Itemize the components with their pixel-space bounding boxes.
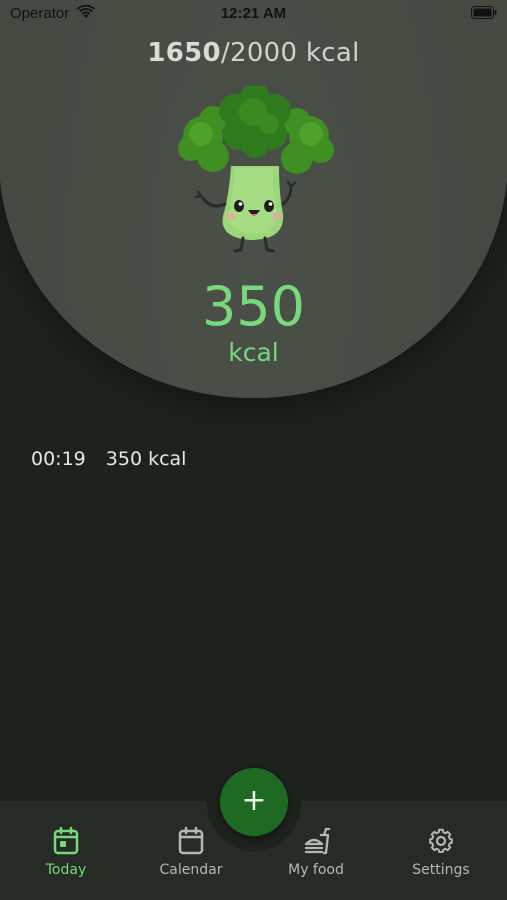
remaining-unit: kcal: [228, 338, 279, 367]
goal-calories: /2000 kcal: [220, 38, 360, 68]
list-item[interactable]: 00:19 350 kcal: [31, 448, 186, 470]
clock: 12:21 AM: [220, 5, 287, 22]
add-entry-button[interactable]: +: [220, 768, 288, 836]
remaining-calories: 350: [201, 275, 306, 338]
calendar-icon: [178, 826, 204, 855]
tab-calendar[interactable]: Calendar: [136, 826, 246, 878]
app-screen: Operator 12:21 AM 1650/2000 kcal 350 kca…: [0, 0, 507, 900]
today-calendar-icon: [53, 826, 79, 855]
tab-today[interactable]: Today: [11, 826, 121, 878]
tab-calendar-label: Calendar: [159, 862, 223, 878]
tab-my-food-label: My food: [288, 862, 344, 878]
consumed-calories: 1650: [147, 38, 221, 68]
tab-settings-label: Settings: [412, 862, 470, 878]
broccoli-mascot-icon: [178, 86, 334, 253]
food-icon: [304, 827, 330, 855]
tab-today-label: Today: [45, 862, 87, 878]
calorie-goal: 1650/2000 kcal: [0, 38, 507, 68]
tab-settings[interactable]: Settings: [386, 826, 496, 878]
entry-time: 00:19: [31, 448, 86, 470]
tab-my-food[interactable]: My food: [261, 826, 371, 878]
entry-amount: 350 kcal: [105, 448, 187, 470]
gear-icon: [429, 828, 453, 853]
status-bar: Operator 12:21 AM: [0, 0, 507, 28]
battery-icon: [471, 6, 497, 19]
